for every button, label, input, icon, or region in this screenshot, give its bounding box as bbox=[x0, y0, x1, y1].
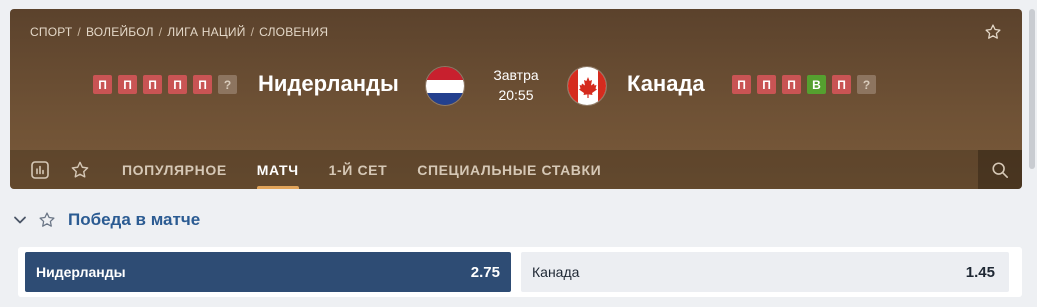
form-badge-win: В bbox=[807, 75, 826, 94]
breadcrumb-separator: / bbox=[77, 25, 81, 39]
collapse-market-button[interactable] bbox=[12, 212, 28, 228]
form-badge-loss: П bbox=[118, 75, 137, 94]
outcome-home-button[interactable]: Нидерланды 2.75 bbox=[25, 252, 511, 292]
market-header: Победа в матче bbox=[12, 207, 200, 233]
star-icon bbox=[71, 161, 89, 178]
form-badge-loss: П bbox=[168, 75, 187, 94]
outcome-odds: 1.45 bbox=[965, 263, 995, 281]
stats-icon bbox=[31, 160, 49, 179]
breadcrumb-item-volleyball[interactable]: ВОЛЕЙБОЛ bbox=[86, 25, 154, 39]
page-scrollbar[interactable] bbox=[1029, 9, 1035, 169]
favorite-match-button[interactable] bbox=[982, 21, 1004, 43]
tab-popular[interactable]: ПОПУЛЯРНОЕ bbox=[107, 150, 242, 189]
away-team-form: П П П В П ? bbox=[732, 75, 876, 94]
form-badge-loss: П bbox=[832, 75, 851, 94]
star-icon bbox=[985, 24, 1001, 39]
tab-match[interactable]: МАТЧ bbox=[242, 150, 314, 189]
market-title: Победа в матче bbox=[68, 210, 201, 229]
favorites-tab[interactable] bbox=[60, 150, 100, 189]
tab-first-set[interactable]: 1-Й СЕТ bbox=[314, 150, 403, 189]
breadcrumb-separator: / bbox=[158, 25, 163, 39]
form-badge-loss: П bbox=[732, 75, 751, 94]
netherlands-flag-icon bbox=[425, 66, 465, 106]
tab-special-bets[interactable]: СПЕЦИАЛЬНЫЕ СТАВКИ bbox=[402, 150, 616, 189]
match-hour: 20:55 bbox=[498, 87, 534, 103]
form-badge-loss: П bbox=[193, 75, 212, 94]
favorite-market-button[interactable] bbox=[38, 211, 56, 229]
form-badge-loss: П bbox=[757, 75, 776, 94]
outcome-away-button[interactable]: Канада 1.45 bbox=[521, 252, 1009, 292]
breadcrumb-separator: / bbox=[250, 25, 255, 39]
stats-button[interactable] bbox=[20, 150, 60, 189]
form-badge-unknown: ? bbox=[857, 75, 876, 94]
outcome-label: Нидерланды bbox=[36, 264, 126, 280]
canada-flag-icon bbox=[567, 66, 607, 106]
market-tabs: ПОПУЛЯРНОЕ МАТЧ 1-Й СЕТ СПЕЦИАЛЬНЫЕ СТАВ… bbox=[10, 150, 1022, 189]
star-icon bbox=[39, 212, 55, 227]
match-day: Завтра bbox=[493, 67, 539, 83]
form-badge-loss: П bbox=[782, 75, 801, 94]
form-badge-loss: П bbox=[143, 75, 162, 94]
search-icon bbox=[992, 161, 1009, 178]
breadcrumb-item-sport[interactable]: СПОРТ bbox=[30, 25, 72, 39]
form-badge-loss: П bbox=[93, 75, 112, 94]
breadcrumb-item-league[interactable]: ЛИГА НАЦИЙ bbox=[167, 25, 245, 39]
breadcrumb: СПОРТ / ВОЛЕЙБОЛ / ЛИГА НАЦИЙ / СЛОВЕНИЯ bbox=[30, 25, 328, 39]
outcome-odds: 2.75 bbox=[470, 263, 500, 281]
chevron-down-icon bbox=[14, 216, 26, 224]
market-outcomes: Нидерланды 2.75 Канада 1.45 bbox=[18, 247, 1022, 297]
match-header: СПОРТ / ВОЛЕЙБОЛ / ЛИГА НАЦИЙ / СЛОВЕНИЯ… bbox=[10, 9, 1022, 189]
form-badge-unknown: ? bbox=[218, 75, 237, 94]
home-team-name[interactable]: Нидерланды bbox=[258, 71, 399, 97]
outcome-label: Канада bbox=[532, 264, 580, 280]
home-team-form: П П П П П ? bbox=[93, 75, 237, 94]
breadcrumb-item-country[interactable]: СЛОВЕНИЯ bbox=[259, 25, 328, 39]
away-team-name[interactable]: Канада bbox=[627, 71, 705, 97]
match-start-time: Завтра 20:55 bbox=[476, 65, 556, 105]
search-button[interactable] bbox=[978, 150, 1022, 189]
